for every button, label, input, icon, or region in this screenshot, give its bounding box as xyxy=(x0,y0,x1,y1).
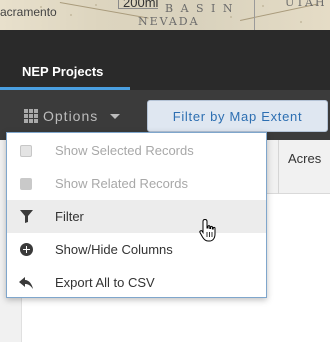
tab-label: NEP Projects xyxy=(22,64,104,79)
map-label-city: acramento xyxy=(0,5,57,19)
menu-item-show-related-records[interactable]: Show Related Records xyxy=(7,167,266,200)
basemap-strip[interactable]: acramento 200mi B A S I N NEVADA UTAH xyxy=(0,0,330,30)
tab-nep-projects[interactable]: NEP Projects xyxy=(0,30,130,90)
menu-item-filter[interactable]: Filter xyxy=(7,200,266,233)
column-divider[interactable] xyxy=(278,140,279,194)
menu-item-label: Show Related Records xyxy=(55,176,188,191)
menu-item-show-selected-records[interactable]: Show Selected Records xyxy=(7,134,266,167)
filter-by-map-extent-button[interactable]: Filter by Map Extent xyxy=(147,100,328,132)
options-label: Options xyxy=(43,108,99,124)
caret-down-icon xyxy=(110,113,121,119)
grid-icon xyxy=(24,108,39,124)
options-menu: Show Selected Records Show Related Recor… xyxy=(6,132,267,298)
menu-item-label: Export All to CSV xyxy=(55,275,155,290)
menu-item-label: Filter xyxy=(55,209,84,224)
options-dropdown-button[interactable]: Options xyxy=(24,106,121,126)
column-header-acres[interactable]: Acres xyxy=(288,151,321,166)
selected-records-icon xyxy=(19,144,33,158)
map-label-nevada: NEVADA xyxy=(138,15,200,28)
menu-item-export-csv[interactable]: Export All to CSV xyxy=(7,266,266,299)
hand-pointer-cursor-icon xyxy=(199,218,216,242)
map-label-utah: UTAH xyxy=(285,0,327,9)
map-scale-label: 200mi xyxy=(123,0,159,10)
export-arrow-icon xyxy=(19,276,33,290)
filter-icon xyxy=(19,210,33,224)
menu-item-show-hide-columns[interactable]: Show/Hide Columns xyxy=(7,233,266,266)
map-label-basin: B A S I N xyxy=(165,2,235,15)
menu-item-label: Show/Hide Columns xyxy=(55,242,173,257)
related-records-icon xyxy=(19,177,33,191)
add-circle-icon xyxy=(19,243,33,257)
menu-item-label: Show Selected Records xyxy=(55,143,194,158)
